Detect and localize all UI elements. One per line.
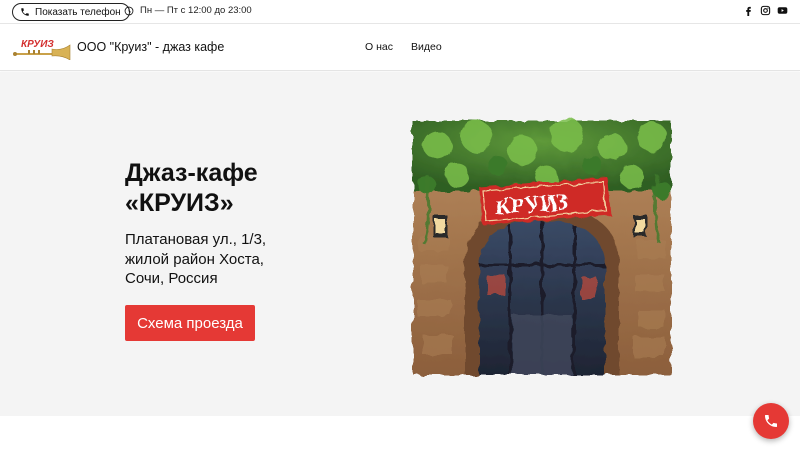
lantern-left [433, 215, 447, 237]
cafe-entrance-photo: КРУИЗ [413, 118, 671, 375]
youtube-icon[interactable] [777, 5, 788, 16]
hero-title: Джаз-кафе «КРУИЗ» [125, 158, 345, 218]
phone-icon [21, 8, 29, 16]
social-links [743, 5, 788, 16]
hero-address: Платановая ул., 1/3, жилой район Хоста, … [125, 230, 325, 289]
logo-text: КРУИЗ [21, 39, 54, 50]
call-button[interactable] [753, 403, 789, 439]
instagram-icon[interactable] [760, 5, 771, 16]
hero-title-line: Джаз-кафе [125, 159, 258, 187]
company-name[interactable]: ООО "Круиз" - джаз кафе [77, 40, 224, 54]
facebook-icon[interactable] [743, 5, 754, 16]
address-line: Сочи, Россия [125, 270, 218, 287]
show-phone-button[interactable]: Показать телефон [12, 3, 130, 21]
hero-section: Джаз-кафе «КРУИЗ» Платановая ул., 1/3, ж… [0, 72, 800, 416]
logo[interactable]: КРУИЗ [12, 36, 72, 61]
address-line: Платановая ул., 1/3, [125, 231, 267, 248]
site-header: КРУИЗ ООО "Круиз" - джаз кафе О нас Виде… [0, 24, 800, 71]
top-info-bar: Показать телефон Пн — Пт с 12:00 до 23:0… [0, 0, 800, 24]
address-line: жилой район Хоста, [125, 250, 264, 268]
nav-item-about[interactable]: О нас [365, 41, 393, 53]
clock-icon [124, 6, 134, 15]
lantern-right [633, 215, 647, 237]
hero-title-line: «КРУИЗ» [125, 189, 234, 217]
nav-item-video[interactable]: Видео [411, 41, 442, 53]
show-phone-label: Показать телефон [35, 6, 121, 18]
photo-sign-text: КРУИЗ [494, 189, 570, 219]
working-hours-text: Пн — Пт с 12:00 до 23:00 [140, 5, 252, 16]
route-map-button[interactable]: Схема проезда [125, 305, 255, 341]
working-hours: Пн — Пт с 12:00 до 23:00 [124, 5, 252, 16]
phone-icon [765, 415, 777, 427]
main-nav: О нас Видео [365, 41, 442, 53]
trumpet-logo-icon: КРУИЗ [13, 39, 71, 61]
